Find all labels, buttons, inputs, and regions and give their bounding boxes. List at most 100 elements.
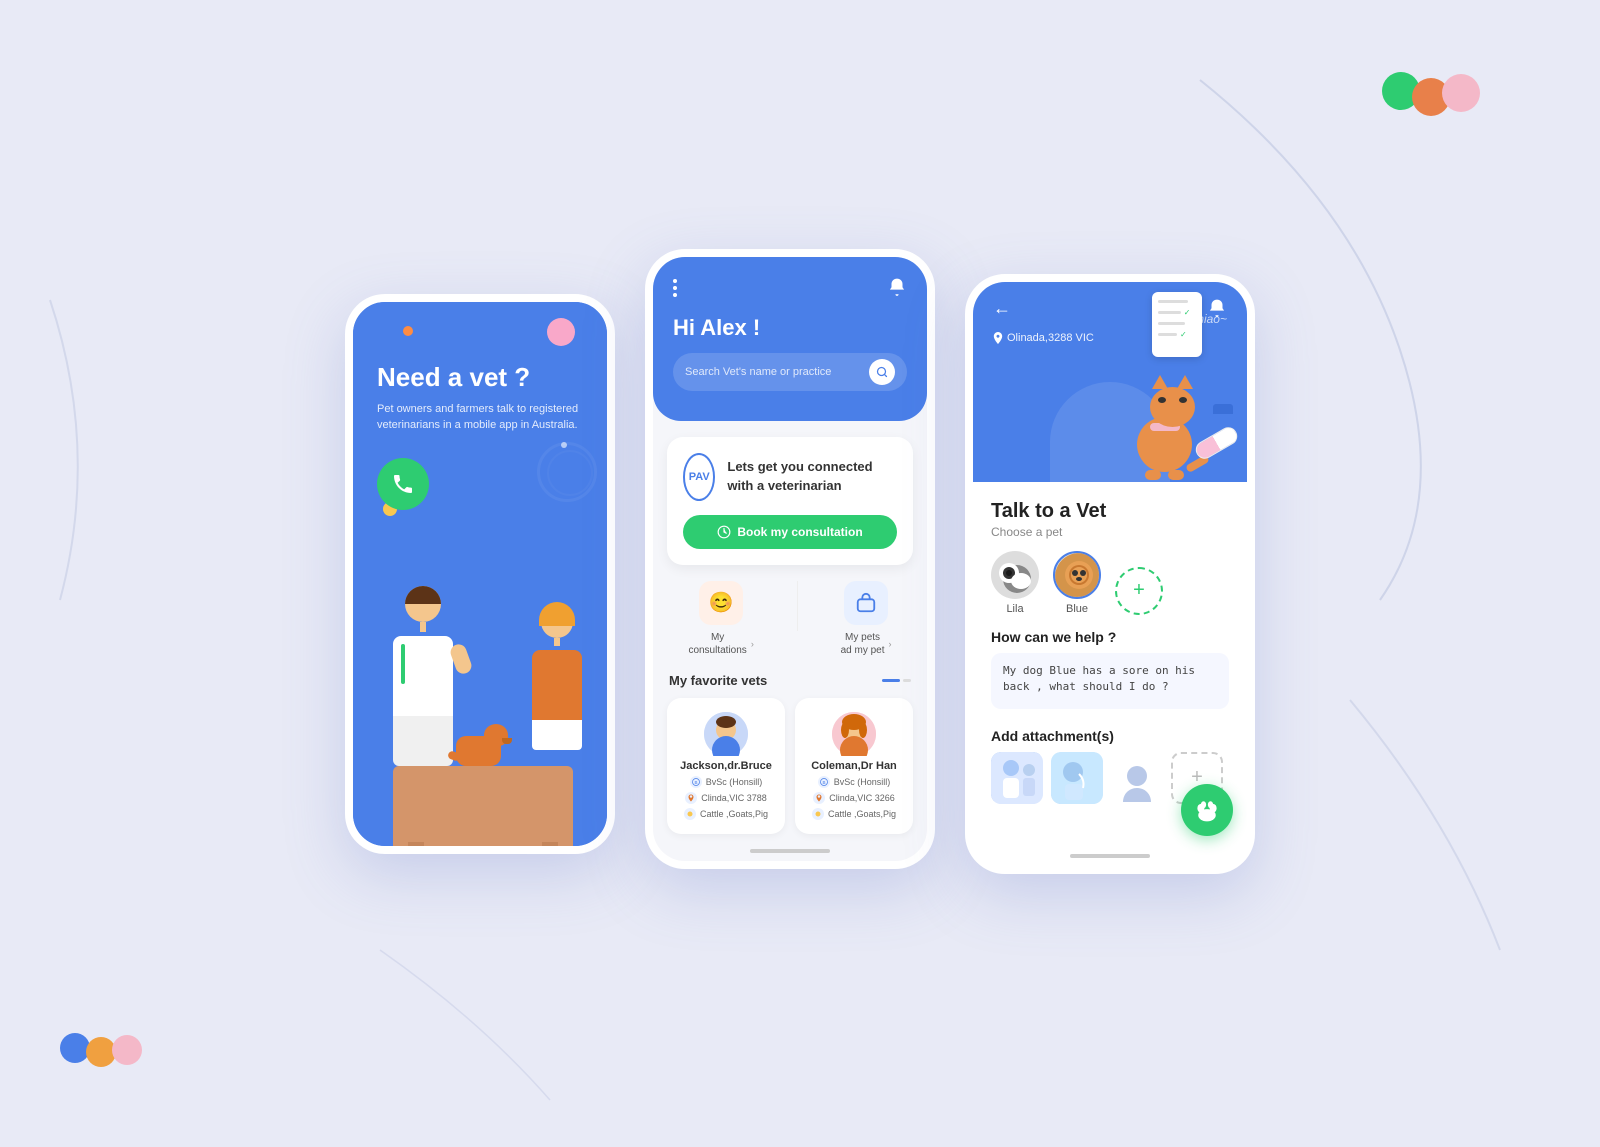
doctor-neck — [420, 622, 426, 632]
attachment-2[interactable] — [1051, 752, 1103, 804]
vet1-degree: B BvSc (Honsill) — [690, 776, 763, 788]
consultations-action[interactable]: 😊 Myconsultations › — [688, 581, 753, 657]
vet1-specialty: Cattle ,Goats,Pig — [684, 808, 768, 820]
how-help-title: How can we help ? — [991, 629, 1229, 645]
doctor-arm-wave — [448, 642, 473, 676]
cat-head — [1150, 387, 1195, 427]
pet-avatar-lila — [991, 551, 1039, 599]
divider — [797, 581, 798, 631]
pav-tagline: Lets get you connected with a veterinari… — [727, 458, 897, 494]
vet1-avatar-image — [704, 712, 748, 756]
quick-actions-row: 😊 Myconsultations › — [667, 581, 913, 657]
attachment-1[interactable] — [991, 752, 1043, 804]
dog-head — [484, 724, 508, 746]
add-pet-button[interactable]: + — [1115, 567, 1163, 615]
pav-card: PAV Lets get you connected with a veteri… — [667, 437, 913, 565]
book-btn-label: Book my consultation — [737, 525, 862, 539]
degree-icon-2: B — [818, 776, 830, 788]
notification-bell-icon[interactable] — [887, 277, 907, 299]
woman-figure — [517, 606, 597, 786]
phone3-topbar: ← — [973, 282, 1247, 336]
pav-logo: PAV — [683, 453, 715, 501]
location-text: Olinada,3288 VIC — [1007, 332, 1094, 344]
book-consultation-button[interactable]: Book my consultation — [683, 515, 897, 549]
vet2-location: Clinda,VIC 3266 — [813, 792, 895, 804]
woman-neck — [554, 638, 560, 646]
phone3-content: Talk to a Vet Choose a pet — [973, 482, 1247, 804]
location-row: Olinada,3288 VIC — [973, 332, 1247, 344]
doctor-pants — [393, 716, 453, 766]
vet2-specialty: Cattle ,Goats,Pig — [812, 808, 896, 820]
pets-action[interactable]: My petsad my pet › — [841, 581, 892, 657]
add-pet-icon: + — [1133, 579, 1145, 602]
person-placeholder — [1111, 752, 1163, 804]
attachment-2-image — [1051, 752, 1103, 804]
pet-option-blue[interactable]: Blue — [1053, 551, 1101, 615]
bag-icon — [855, 592, 877, 614]
woman-hair — [539, 602, 575, 626]
cat-eye-right — [1179, 397, 1187, 403]
location-icon-2 — [813, 792, 825, 804]
phones-container: Need a vet ? Pet owners and farmers talk… — [345, 274, 1255, 874]
phone1-illustration — [353, 566, 607, 846]
svg-text:B: B — [822, 780, 825, 785]
back-button[interactable]: ← — [993, 298, 1011, 319]
call-button[interactable] — [377, 458, 429, 510]
pet-option-lila[interactable]: Lila — [991, 551, 1039, 615]
woman-skirt — [532, 720, 582, 750]
talk-to-vet-title: Talk to a Vet — [991, 500, 1229, 523]
doctor-hair — [405, 586, 441, 604]
clock-icon — [717, 525, 731, 539]
blue-avatar-image — [1055, 553, 1101, 599]
pets-label: My petsad my pet — [841, 631, 885, 657]
pets-arrow-icon: › — [889, 639, 892, 649]
vets-grid: Jackson,dr.Bruce B BvSc (Honsill) Clinda… — [653, 698, 927, 834]
vet1-name: Jackson,dr.Bruce — [680, 760, 772, 772]
phone2-topbar — [673, 277, 907, 299]
search-placeholder-text: Search Vet's name or practice — [685, 366, 831, 378]
phone1-title: Need a vet ? — [377, 362, 583, 393]
phone-1-inner: Need a vet ? Pet owners and farmers talk… — [353, 302, 607, 846]
consultations-label: Myconsultations — [688, 631, 746, 657]
consultations-icon: 😊 — [699, 581, 743, 625]
phone-2-inner: Hi Alex ! Search Vet's name or practice — [653, 257, 927, 861]
woman-body — [532, 650, 582, 720]
section-indicator — [882, 679, 911, 682]
dog-ear — [502, 738, 512, 744]
favorite-vets-section-header: My favorite vets — [653, 673, 927, 698]
attachment-1-image — [991, 752, 1043, 804]
phone-3-inner: ← Olinada,3288 VIC miao~ — [973, 282, 1247, 866]
pets-icon — [844, 581, 888, 625]
pet-name-blue: Blue — [1066, 603, 1088, 615]
woman-head — [541, 606, 573, 638]
paw-fab-button[interactable] — [1181, 784, 1233, 836]
vet-card-2[interactable]: Coleman,Dr Han B BvSc (Honsill) Clinda,V… — [795, 698, 913, 834]
lila-avatar-image — [993, 553, 1039, 599]
phone-icon — [391, 472, 415, 496]
cat-paw-right — [1168, 470, 1184, 480]
cat-paw-left — [1145, 470, 1161, 480]
vet1-location: Clinda,VIC 3788 — [685, 792, 767, 804]
phone2-top-area: Hi Alex ! Search Vet's name or practice — [653, 257, 927, 421]
search-icon — [876, 366, 888, 378]
search-bar[interactable]: Search Vet's name or practice — [673, 353, 907, 391]
attachments-title: Add attachment(s) — [991, 728, 1229, 744]
phone-2-frame: Hi Alex ! Search Vet's name or practice — [645, 249, 935, 869]
phone2-greeting: Hi Alex ! — [673, 315, 907, 341]
search-button[interactable] — [869, 359, 895, 385]
menu-dots[interactable] — [673, 279, 677, 297]
specialty-icon-2 — [812, 808, 824, 820]
person-icon — [1121, 764, 1153, 804]
doctor-head — [405, 586, 441, 622]
pink-accent-dot-sm — [112, 1035, 142, 1065]
vet2-degree: B BvSc (Honsill) — [818, 776, 891, 788]
pet-name-lila: Lila — [1006, 603, 1023, 615]
vet-card-1[interactable]: Jackson,dr.Bruce B BvSc (Honsill) Clinda… — [667, 698, 785, 834]
dog-figure — [448, 724, 508, 774]
help-text-input[interactable]: My dog Blue has a sore on his back , wha… — [991, 653, 1229, 709]
color-palette-bottom — [60, 1033, 142, 1067]
location-pin-icon — [993, 332, 1003, 344]
vet2-avatar-image — [832, 712, 876, 756]
stethoscope — [401, 644, 405, 684]
cat-ear-right — [1177, 375, 1193, 389]
